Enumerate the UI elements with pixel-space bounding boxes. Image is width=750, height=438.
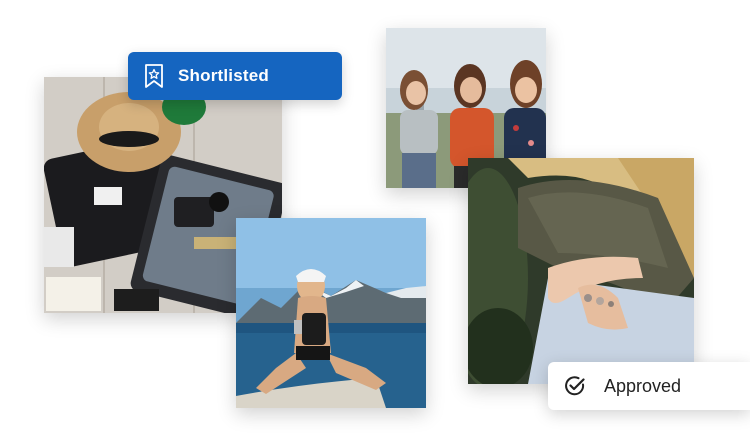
bookmark-star-icon — [144, 64, 164, 88]
shortlisted-badge[interactable]: Shortlisted — [128, 52, 342, 100]
check-circle-icon — [564, 375, 586, 397]
photo-hands[interactable] — [468, 158, 694, 384]
paddleboard-image — [236, 218, 426, 408]
shortlist-collage: Shortlisted Approved — [0, 0, 750, 438]
approved-badge[interactable]: Approved — [548, 362, 750, 410]
shortlisted-label: Shortlisted — [178, 66, 269, 85]
approved-label: Approved — [604, 375, 682, 396]
hands-image — [468, 158, 694, 384]
photo-paddle[interactable] — [236, 218, 426, 408]
